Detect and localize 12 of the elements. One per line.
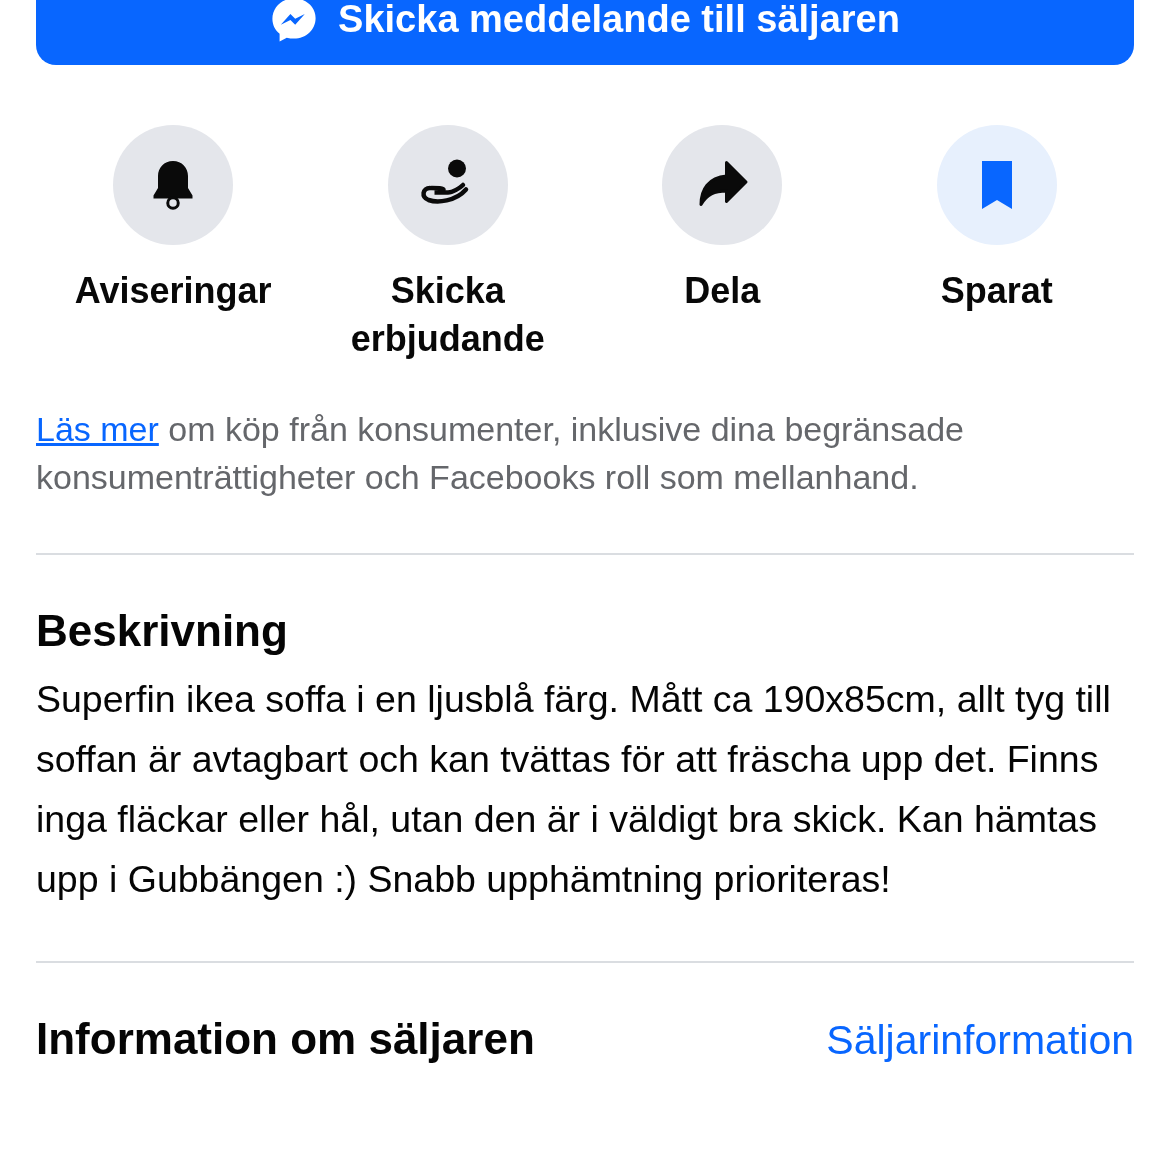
description-text: Superfin ikea soffa i en ljusblå färg. Mått ca 190x85cm, allt tyg till soffan är avtagbart och kan tvättas för att fräscha upp det. Finns inga fläckar eller hål, utan den är i väldigt bra skick. Kan hämtas upp i Gubbängen :) Snabb upphämtning prioriteras! <box>36 677 1112 902</box>
message-seller-button[interactable]: Skicka meddelande till säljaren <box>36 0 1134 65</box>
seller-details-link[interactable]: Säljarinformation <box>826 1017 1134 1064</box>
action-label: Sparat <box>939 269 1054 313</box>
consumer-notice-text: Läs mer om köp från konsumenter, inklusive dina begränsade konsumenträttigheter och Facebooks roll som mellanhand. <box>36 409 965 498</box>
action-label: Aviseringar <box>73 269 273 313</box>
description-heading: Beskrivning <box>36 605 289 657</box>
action-label: Skicka erbjudande <box>349 269 546 361</box>
action-label: Dela <box>683 269 762 313</box>
seller-info-heading: Information om säljaren <box>36 1013 535 1065</box>
read-more-link[interactable]: Läs mer <box>36 410 159 448</box>
messenger-icon <box>270 0 319 44</box>
